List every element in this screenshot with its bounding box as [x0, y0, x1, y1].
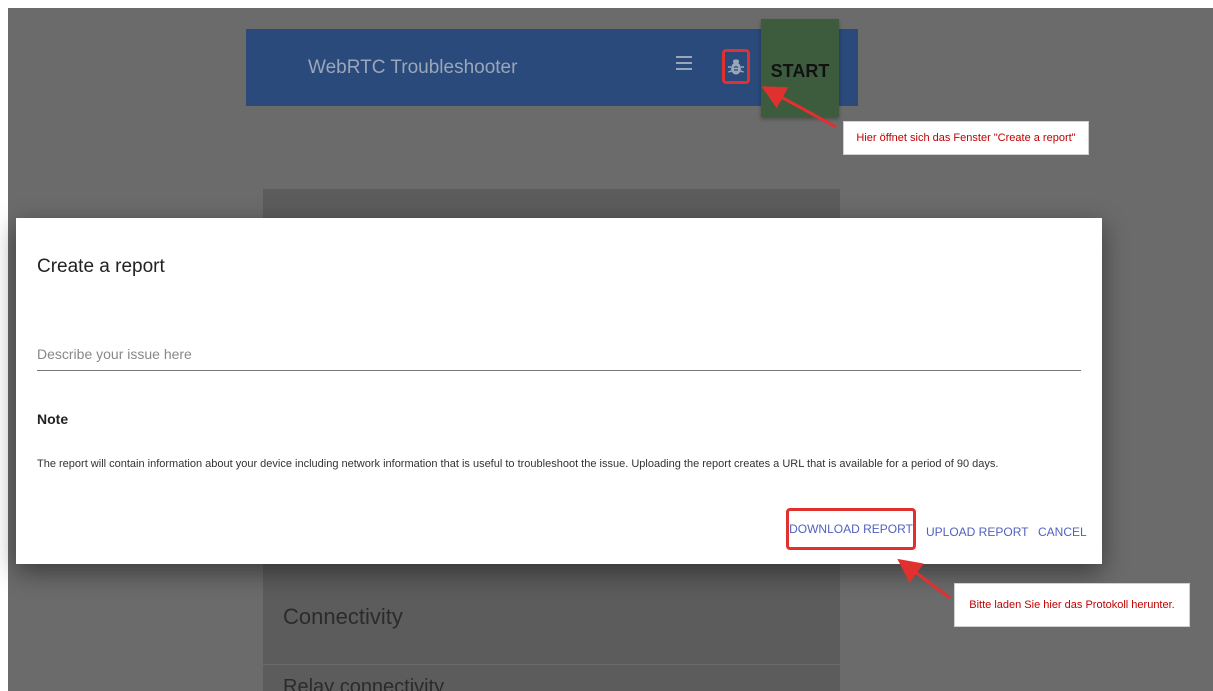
- menu-icon[interactable]: [676, 56, 692, 70]
- cancel-button[interactable]: CANCEL: [1038, 525, 1087, 539]
- annotation-callout-top: Hier öffnet sich das Fenster "Create a r…: [843, 121, 1089, 155]
- start-button[interactable]: START: [761, 19, 839, 117]
- relay-connectivity-label[interactable]: Relay connectivity: [283, 676, 444, 691]
- create-report-dialog: Create a report Note The report will con…: [16, 218, 1102, 564]
- card-divider: [263, 664, 840, 665]
- download-report-button[interactable]: DOWNLOAD REPORT: [786, 508, 916, 550]
- issue-description-input[interactable]: [37, 338, 1081, 371]
- bug-report-icon: [728, 59, 744, 74]
- upload-report-button[interactable]: UPLOAD REPORT: [926, 525, 1028, 539]
- connectivity-section-label[interactable]: Connectivity: [283, 604, 403, 630]
- note-text: The report will contain information abou…: [37, 458, 999, 470]
- app-title: WebRTC Troubleshooter: [308, 57, 518, 78]
- annotation-callout-bottom: Bitte laden Sie hier das Protokoll herun…: [954, 583, 1190, 627]
- background-card-bottom: Connectivity Relay connectivity: [263, 564, 840, 691]
- bug-report-button[interactable]: [722, 49, 750, 84]
- note-heading: Note: [37, 411, 69, 427]
- dialog-title: Create a report: [37, 256, 165, 277]
